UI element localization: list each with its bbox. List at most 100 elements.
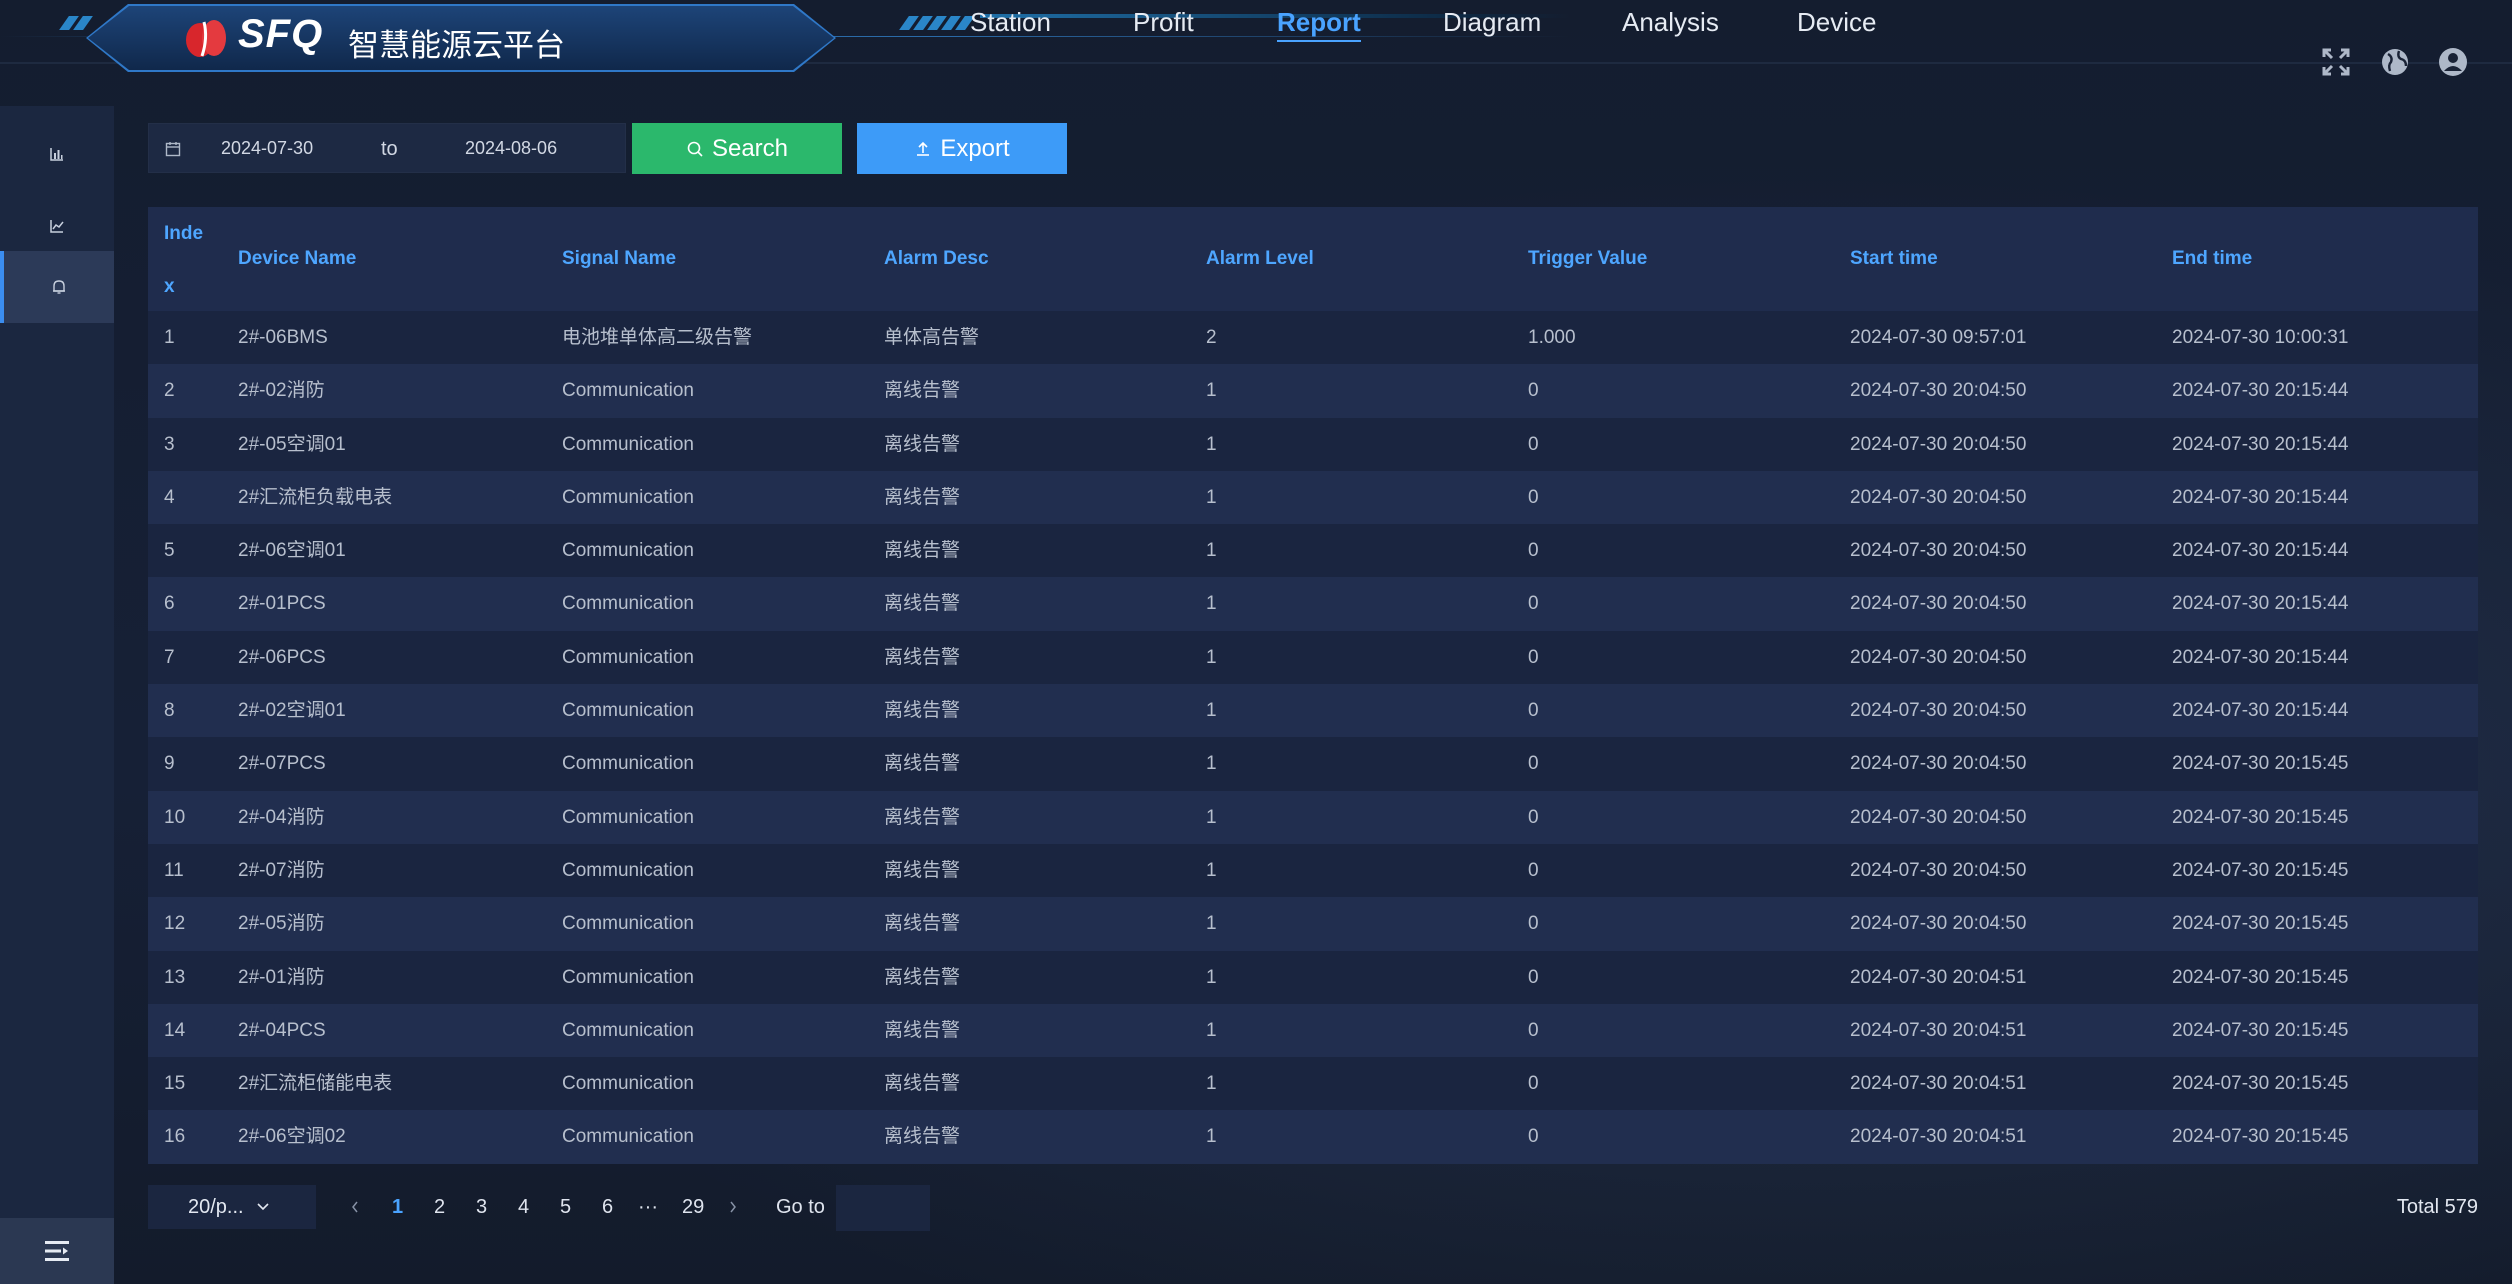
bell-icon — [53, 280, 65, 294]
pagination: 20/p... 1 2 3 4 5 6 ··· 29 Go to Total 5… — [148, 1185, 2478, 1231]
nav-device[interactable]: Device — [1797, 0, 1876, 44]
cell-start-time: 2024-07-30 20:04:50 — [1850, 646, 2027, 668]
cell-alarm-level: 1 — [1206, 806, 1217, 828]
date-range-picker[interactable]: 2024-07-30 to 2024-08-06 — [148, 123, 626, 173]
table-row: 13 2#-01消防 Communication 离线告警 1 0 2024-07-30 2… — [148, 950, 2478, 1004]
table-row: 1 2#-06BMS 电池堆单体高二级告警 单体高告警 2 1.000 2024-07-30… — [148, 311, 2478, 365]
cell-start-time: 2024-07-30 20:04:50 — [1850, 700, 2027, 722]
cell-device-name: 2#-07消防 — [238, 859, 325, 881]
cell-trigger-value: 0 — [1528, 593, 1539, 615]
cell-index: 16 — [164, 1126, 186, 1148]
cell-end-time: 2024-07-30 20:15:45 — [2172, 913, 2349, 935]
search-button[interactable]: Search — [632, 123, 842, 174]
cell-alarm-desc: 离线告警 — [884, 486, 961, 508]
table-row: 16 2#-06空调02 Communication 离线告警 1 0 2024-07-30… — [148, 1110, 2478, 1164]
page-4[interactable]: 4 — [518, 1185, 529, 1229]
page-5[interactable]: 5 — [560, 1185, 571, 1229]
cell-trigger-value: 0 — [1528, 806, 1539, 828]
page-6[interactable]: 6 — [602, 1185, 613, 1229]
cell-index: 4 — [164, 486, 175, 508]
cell-signal-name: Communication — [562, 859, 694, 881]
page-1[interactable]: 1 — [392, 1185, 403, 1229]
page-3[interactable]: 3 — [476, 1185, 487, 1229]
user-icon[interactable] — [2437, 46, 2469, 78]
page-2[interactable]: 2 — [434, 1185, 445, 1229]
page-29[interactable]: 29 — [682, 1185, 704, 1229]
sidebar-collapse-button[interactable] — [0, 1218, 114, 1284]
cell-signal-name: Communication — [562, 433, 694, 455]
cell-start-time: 2024-07-30 20:04:50 — [1850, 433, 2027, 455]
cell-device-name: 2#-02空调01 — [238, 700, 346, 722]
cell-signal-name: Communication — [562, 540, 694, 562]
cell-alarm-level: 1 — [1206, 646, 1217, 668]
cell-trigger-value: 0 — [1528, 913, 1539, 935]
cell-end-time: 2024-07-30 20:15:44 — [2172, 486, 2349, 508]
cell-start-time: 2024-07-30 20:04:50 — [1850, 753, 2027, 775]
cell-trigger-value: 0 — [1528, 1019, 1539, 1041]
cell-start-time: 2024-07-30 20:04:51 — [1850, 1126, 2027, 1148]
prev-page-icon[interactable] — [350, 1200, 360, 1214]
nav-station[interactable]: Station — [970, 0, 1051, 44]
cell-trigger-value: 0 — [1528, 1126, 1539, 1148]
goto-label: Go to — [776, 1196, 825, 1218]
table-row: 6 2#-01PCS Communication 离线告警 1 0 2024-07-30 2… — [148, 577, 2478, 631]
start-date-input[interactable]: 2024-07-30 — [221, 138, 313, 159]
sidebar-item-statistics[interactable] — [0, 118, 114, 190]
cell-index: 10 — [164, 806, 186, 828]
cell-alarm-level: 1 — [1206, 486, 1217, 508]
cell-signal-name: Communication — [562, 646, 694, 668]
cell-device-name: 2#-01PCS — [238, 593, 326, 615]
cell-end-time: 2024-07-30 20:15:44 — [2172, 540, 2349, 562]
cell-alarm-level: 1 — [1206, 380, 1217, 402]
cell-device-name: 2#-06PCS — [238, 646, 326, 668]
next-page-icon[interactable] — [728, 1200, 738, 1214]
table-row: 5 2#-06空调01 Communication 离线告警 1 0 2024-07-30 … — [148, 524, 2478, 578]
cell-alarm-level: 2 — [1206, 327, 1217, 348]
cell-alarm-level: 1 — [1206, 859, 1217, 881]
cell-alarm-level: 1 — [1206, 1126, 1217, 1148]
cell-end-time: 2024-07-30 20:15:45 — [2172, 1126, 2349, 1148]
export-button[interactable]: Export — [857, 123, 1067, 174]
cell-index: 7 — [164, 646, 175, 668]
table-row: 15 2#汇流柜储能电表 Communication 离线告警 1 0 2024-07-30… — [148, 1057, 2478, 1111]
cell-device-name: 2#-02消防 — [238, 380, 325, 402]
line-chart-icon — [50, 220, 64, 233]
table-row: 3 2#-05空调01 Communication 离线告警 1 0 2024-07-30 … — [148, 417, 2478, 471]
nav-report[interactable]: Report — [1277, 0, 1361, 44]
column-header-trigger: Trigger Value — [1528, 248, 1648, 269]
cell-start-time: 2024-07-30 20:04:50 — [1850, 859, 2027, 881]
column-header-desc: Alarm Desc — [884, 248, 989, 269]
cell-device-name: 2#-04PCS — [238, 1019, 326, 1041]
cell-end-time: 2024-07-30 20:15:45 — [2172, 859, 2349, 881]
cell-end-time: 2024-07-30 10:00:31 — [2172, 327, 2349, 348]
fullscreen-icon[interactable] — [2320, 46, 2352, 78]
cell-trigger-value: 0 — [1528, 486, 1539, 508]
nav-profit[interactable]: Profit — [1133, 0, 1194, 44]
cell-signal-name: 电池堆单体高二级告警 — [562, 327, 753, 348]
cell-signal-name: Communication — [562, 753, 694, 775]
cell-alarm-level: 1 — [1206, 753, 1217, 775]
cell-index: 14 — [164, 1019, 186, 1041]
search-button-label: Search — [711, 134, 789, 162]
cell-signal-name: Communication — [562, 380, 694, 402]
cell-end-time: 2024-07-30 20:15:45 — [2172, 1073, 2349, 1095]
goto-page-input[interactable] — [836, 1185, 930, 1231]
nav-analysis[interactable]: Analysis — [1622, 0, 1719, 44]
page-size-select[interactable]: 20/p... — [148, 1185, 316, 1229]
sidebar-item-alarms[interactable] — [0, 251, 114, 323]
globe-icon[interactable] — [2379, 46, 2411, 78]
cell-index: 12 — [164, 913, 186, 935]
column-header-end: End time — [2172, 248, 2253, 269]
nav-diagram[interactable]: Diagram — [1443, 0, 1541, 44]
cell-alarm-desc: 离线告警 — [884, 913, 961, 935]
total-count: Total 579 — [2396, 1196, 2478, 1218]
page-ellipsis[interactable]: ··· — [638, 1185, 658, 1229]
cell-device-name: 2#-05空调01 — [238, 433, 346, 455]
column-header-start: Start time — [1850, 248, 1938, 269]
cell-trigger-value: 0 — [1528, 380, 1539, 402]
cell-index: 11 — [164, 859, 184, 881]
cell-start-time: 2024-07-30 20:04:51 — [1850, 1073, 2027, 1095]
cell-alarm-desc: 离线告警 — [884, 859, 961, 881]
end-date-input[interactable]: 2024-08-06 — [465, 138, 557, 159]
column-header-index-line2: x — [164, 276, 175, 297]
